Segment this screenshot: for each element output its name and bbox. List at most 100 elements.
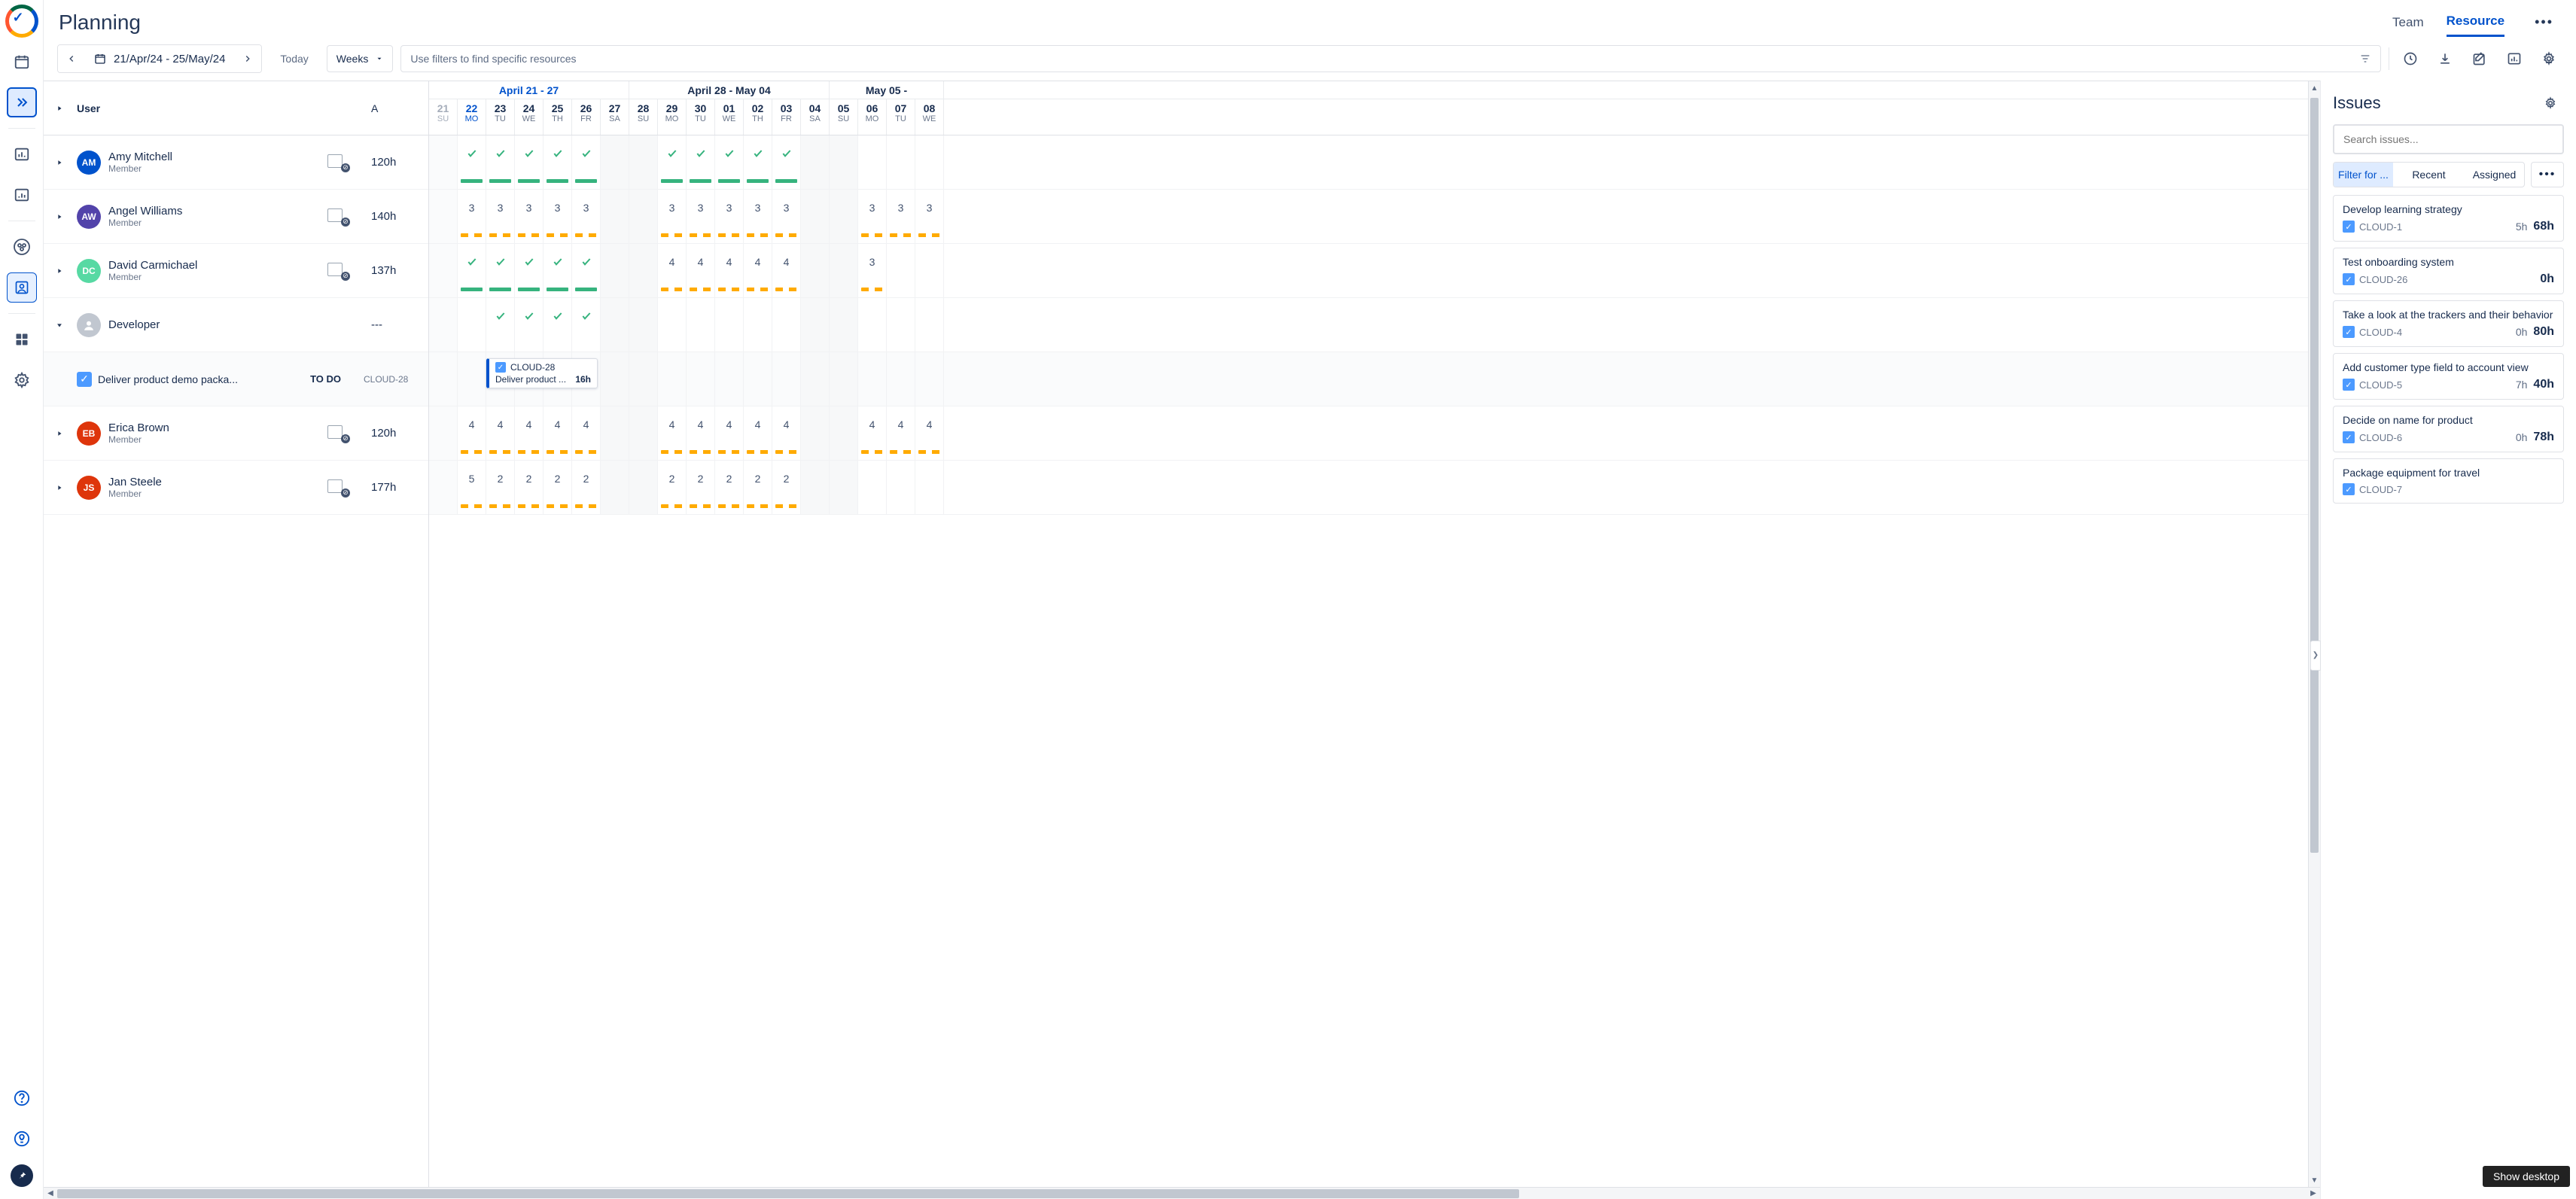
calendar-cell[interactable] xyxy=(429,135,458,189)
calendar-cell[interactable] xyxy=(801,461,830,514)
calendar-cell[interactable] xyxy=(486,135,515,189)
history-button[interactable] xyxy=(2397,45,2424,72)
calendar-cell[interactable]: 3 xyxy=(515,190,544,243)
calendar-cell[interactable]: 2 xyxy=(486,461,515,514)
calendar-cell[interactable]: 4 xyxy=(515,406,544,460)
calendar-cell[interactable] xyxy=(429,244,458,297)
calendar-cell[interactable] xyxy=(858,135,887,189)
task-row[interactable]: ✓Deliver product demo packa...TO DOCLOUD… xyxy=(44,352,428,406)
calendar-cell[interactable] xyxy=(601,298,629,351)
day-header-cell[interactable]: 25TH xyxy=(544,99,572,135)
issue-card[interactable]: Add customer type field to account view … xyxy=(2333,353,2564,400)
calendar-cell[interactable]: 3 xyxy=(687,190,715,243)
calendar-cell[interactable]: 4 xyxy=(658,406,687,460)
calendar-cell[interactable] xyxy=(830,244,858,297)
calendar-cell[interactable] xyxy=(801,190,830,243)
granularity-select[interactable]: Weeks xyxy=(327,45,394,72)
resource-filter[interactable]: Use filters to find specific resources xyxy=(400,45,2381,72)
calendar-cell[interactable] xyxy=(801,406,830,460)
calendar-cell[interactable]: 3 xyxy=(858,190,887,243)
filter-tab-assigned[interactable]: Assigned xyxy=(2465,163,2524,187)
calendar-cell[interactable] xyxy=(658,135,687,189)
row-expand[interactable] xyxy=(56,213,69,221)
row-expand[interactable] xyxy=(56,484,69,491)
calendar-cell[interactable] xyxy=(687,135,715,189)
row-expand[interactable] xyxy=(56,159,69,166)
nav-expand[interactable] xyxy=(7,87,37,117)
calendar-cell[interactable]: 2 xyxy=(715,461,744,514)
calendar-cell[interactable] xyxy=(830,135,858,189)
calendar-cell[interactable]: 4 xyxy=(458,406,486,460)
day-header-cell[interactable]: 26FR xyxy=(572,99,601,135)
calendar-cell[interactable] xyxy=(915,244,944,297)
calendar-cell[interactable]: 4 xyxy=(687,406,715,460)
day-header-cell[interactable]: 24WE xyxy=(515,99,544,135)
calendar-cell[interactable] xyxy=(544,244,572,297)
calendar-cell[interactable] xyxy=(629,190,658,243)
calendar-cell[interactable] xyxy=(801,298,830,351)
calendar-cell[interactable]: 4 xyxy=(772,244,801,297)
prev-range-button[interactable] xyxy=(58,45,85,72)
issue-card[interactable]: Test onboarding system ✓ CLOUD-26 0h xyxy=(2333,248,2564,294)
issue-search-input[interactable] xyxy=(2333,124,2564,154)
calendar-cell[interactable] xyxy=(772,135,801,189)
calendar-cell[interactable]: 2 xyxy=(544,461,572,514)
issue-card[interactable]: Take a look at the trackers and their be… xyxy=(2333,300,2564,347)
calendar-cell[interactable] xyxy=(629,135,658,189)
calendar-cell[interactable] xyxy=(629,461,658,514)
filter-tab-recent[interactable]: Recent xyxy=(2399,163,2459,187)
calendar-cell[interactable]: 3 xyxy=(887,190,915,243)
issue-card[interactable]: Develop learning strategy ✓ CLOUD-1 5h 6… xyxy=(2333,195,2564,242)
calendar-cell[interactable] xyxy=(515,298,544,351)
calendar-cell[interactable] xyxy=(429,461,458,514)
calendar-cell[interactable] xyxy=(887,135,915,189)
panel-toggle[interactable]: ❯ xyxy=(2310,641,2321,671)
calendar-cell[interactable]: 2 xyxy=(572,461,601,514)
calendar-cell[interactable] xyxy=(486,244,515,297)
calendar-cell[interactable]: 4 xyxy=(544,406,572,460)
calendar-cell[interactable] xyxy=(572,244,601,297)
calendar-cell[interactable]: 3 xyxy=(915,190,944,243)
expand-all[interactable] xyxy=(56,105,69,112)
calendar-cell[interactable] xyxy=(715,298,744,351)
day-header-cell[interactable]: 29MO xyxy=(658,99,687,135)
day-header-cell[interactable]: 23TU xyxy=(486,99,515,135)
day-header-cell[interactable]: 07TU xyxy=(887,99,915,135)
calendar-cell[interactable]: 3 xyxy=(544,190,572,243)
calendar-cell[interactable] xyxy=(801,135,830,189)
horizontal-scrollbar[interactable]: ◀ ▶ xyxy=(44,1187,2320,1199)
calendar-cell[interactable]: 4 xyxy=(687,244,715,297)
calendar-cell[interactable] xyxy=(572,298,601,351)
calendar-cell[interactable]: 4 xyxy=(572,406,601,460)
vertical-scrollbar[interactable]: ▲ ▼ xyxy=(2308,81,2320,1187)
calendar-cell[interactable]: 4 xyxy=(858,406,887,460)
tab-team[interactable]: Team xyxy=(2392,9,2424,36)
calendar-cell[interactable] xyxy=(915,135,944,189)
filter-more[interactable]: ••• xyxy=(2531,162,2564,187)
calendar-cell[interactable] xyxy=(429,190,458,243)
calendar-cell[interactable] xyxy=(658,298,687,351)
calendar-cell[interactable] xyxy=(915,298,944,351)
next-range-button[interactable] xyxy=(234,45,261,72)
tab-resource[interactable]: Resource xyxy=(2447,8,2504,37)
calendar-cell[interactable] xyxy=(801,244,830,297)
calendar-cell[interactable]: 4 xyxy=(744,244,772,297)
capacity-icon[interactable]: ⊘ xyxy=(327,263,349,279)
calendar-cell[interactable] xyxy=(601,244,629,297)
calendar-cell[interactable]: 4 xyxy=(715,244,744,297)
capacity-icon[interactable]: ⊘ xyxy=(327,154,349,171)
day-header-cell[interactable]: 03FR xyxy=(772,99,801,135)
calendar-cell[interactable] xyxy=(858,298,887,351)
download-button[interactable] xyxy=(2431,45,2459,72)
calendar-cell[interactable] xyxy=(486,298,515,351)
calendar-cell[interactable] xyxy=(772,298,801,351)
calendar-cell[interactable] xyxy=(515,135,544,189)
day-header-cell[interactable]: 06MO xyxy=(858,99,887,135)
issue-card[interactable]: Decide on name for product ✓ CLOUD-6 0h … xyxy=(2333,406,2564,452)
calendar-cell[interactable] xyxy=(629,406,658,460)
nav-team[interactable] xyxy=(7,232,37,262)
calendar-cell[interactable]: 3 xyxy=(772,190,801,243)
calendar-cell[interactable]: 4 xyxy=(486,406,515,460)
calendar-cell[interactable]: 3 xyxy=(658,190,687,243)
day-header-cell[interactable]: 04SA xyxy=(801,99,830,135)
